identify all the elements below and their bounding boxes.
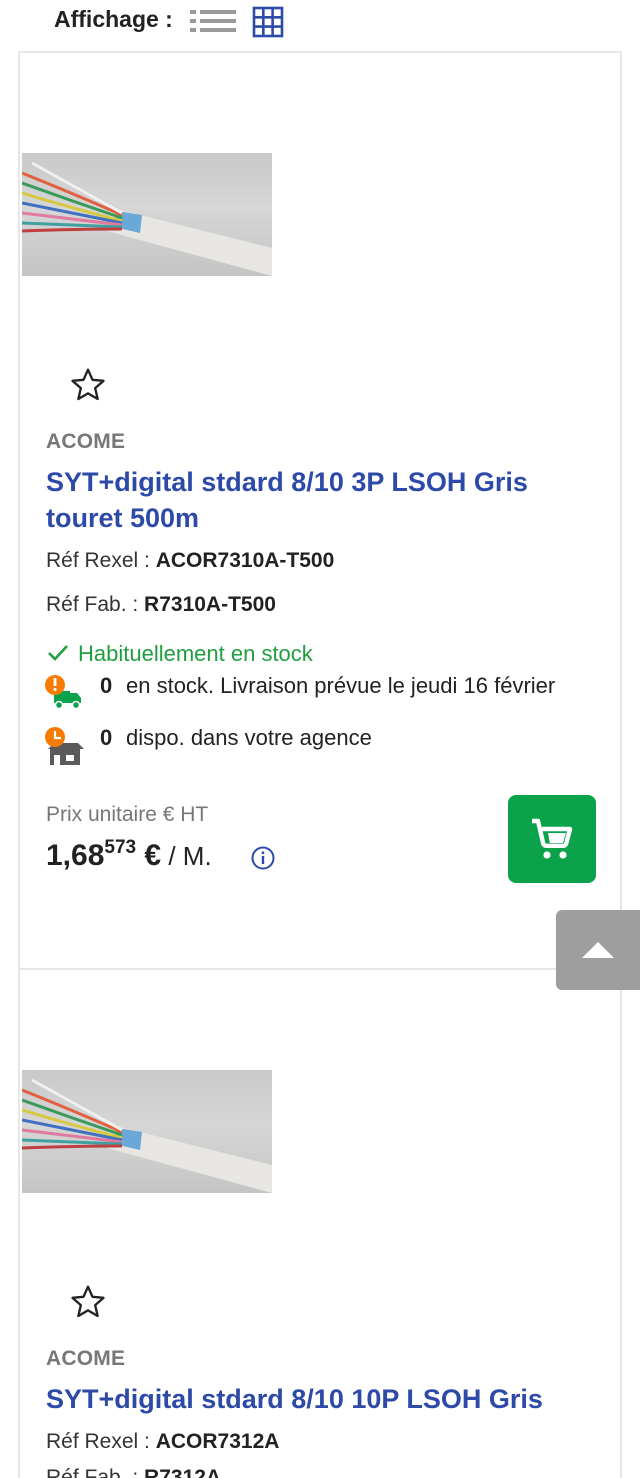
- delivery-truck-warning-icon: [44, 673, 88, 713]
- delivery-qty: 0: [100, 673, 113, 698]
- delivery-availability: 0 en stock. Livraison prévue le jeudi 16…: [44, 673, 624, 713]
- product-card: ACOME SYT+digital stdard 8/10 10P LSOH G…: [18, 968, 622, 1478]
- info-icon[interactable]: [250, 845, 276, 871]
- stock-status-text: Habituellement en stock: [78, 641, 313, 666]
- favorite-star-icon[interactable]: [68, 365, 108, 405]
- ref-fab-value: R7312A: [144, 1466, 222, 1478]
- check-icon: [46, 642, 72, 668]
- product-title-link[interactable]: SYT+digital stdard 8/10 10P LSOH Gris: [46, 1381, 586, 1417]
- price-label: Prix unitaire € HT: [46, 803, 209, 826]
- scroll-to-top-button[interactable]: [556, 910, 640, 990]
- product-image[interactable]: [22, 153, 272, 276]
- price-decimals: 573: [104, 837, 137, 858]
- display-toolbar: Affichage :: [0, 0, 640, 42]
- ref-rexel-value: ACOR7310A-T500: [155, 549, 335, 572]
- agency-availability: 0 dispo. dans votre agence: [44, 725, 624, 765]
- delivery-text: en stock. Livraison prévue le jeudi 16 f…: [126, 673, 556, 698]
- display-label: Affichage :: [54, 6, 173, 32]
- add-to-cart-button[interactable]: [508, 795, 596, 883]
- cart-icon: [532, 818, 573, 859]
- product-brand: ACOME: [46, 430, 126, 453]
- price-unit: / M.: [161, 841, 212, 871]
- ref-fab-label: Réf Fab. :: [46, 593, 145, 616]
- ref-rexel-line: Réf Rexel : ACOR7312A: [46, 1430, 279, 1454]
- agency-qty: 0: [100, 725, 113, 750]
- stock-status: Habituellement en stock: [46, 641, 313, 668]
- ref-rexel-label: Réf Rexel :: [46, 1430, 156, 1453]
- ref-rexel-label: Réf Rexel :: [46, 549, 156, 572]
- ref-fab-value: R7310A-T500: [144, 593, 276, 616]
- arrow-up-icon: [582, 942, 614, 958]
- product-image[interactable]: [22, 1070, 272, 1193]
- agency-text: dispo. dans votre agence: [126, 725, 372, 750]
- ref-fab-label: Réf Fab. :: [46, 1466, 145, 1478]
- price-currency: €: [136, 839, 162, 872]
- ref-rexel-value: ACOR7312A: [155, 1430, 280, 1453]
- price-main: 1,68: [46, 839, 105, 872]
- product-brand: ACOME: [46, 1347, 126, 1370]
- unit-price: 1,68573 € / M.: [46, 837, 212, 873]
- list-view-icon[interactable]: [190, 8, 236, 34]
- product-title-link[interactable]: SYT+digital stdard 8/10 3P LSOH Gris tou…: [46, 464, 586, 536]
- ref-fab-line: Réf Fab. : R7310A-T500: [46, 593, 276, 617]
- ref-fab-line: Réf Fab. : R7312A: [46, 1466, 221, 1478]
- ref-rexel-line: Réf Rexel : ACOR7310A-T500: [46, 549, 334, 573]
- product-card: ACOME SYT+digital stdard 8/10 3P LSOH Gr…: [18, 51, 622, 971]
- grid-view-icon[interactable]: [252, 6, 284, 38]
- favorite-star-icon[interactable]: [68, 1282, 108, 1322]
- agency-store-clock-icon: [44, 725, 88, 765]
